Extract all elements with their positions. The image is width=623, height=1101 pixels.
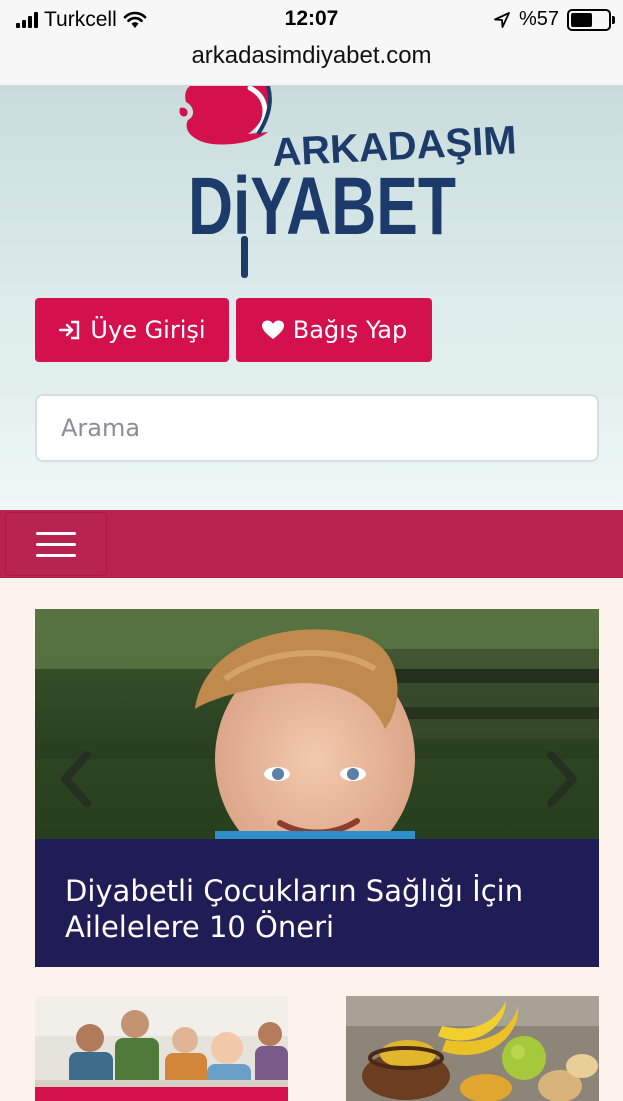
carousel-caption[interactable]: Diyabetli Çocukların Sağlığı İçin Ailele… [35,839,599,967]
hamburger-line [36,553,76,557]
article-card-children[interactable] [35,996,288,1101]
status-bar: Turkcell 12:07 %57 [0,0,623,40]
battery-level [571,12,592,27]
carousel-prev-icon[interactable] [57,749,97,809]
battery-percent: %57 [518,8,559,30]
carousel-caption-line1[interactable]: Diyabetli Çocukların Sağlığı İçin [65,873,569,909]
donate-label: Bağış Yap [292,316,408,344]
url-text[interactable]: arkadasimdiyabet.com [0,40,623,70]
article-card-food[interactable] [346,996,599,1101]
member-login-label: Üye Girişi [90,316,206,344]
article-card-image[interactable] [35,996,288,1101]
login-icon [59,320,80,340]
nav-bar [0,510,623,578]
article-card-image[interactable] [346,996,599,1101]
location-arrow-icon [494,11,510,28]
status-right: %57 [493,8,615,31]
featured-carousel[interactable]: Diyabetli Çocukların Sağlığı İçin Ailele… [35,609,599,967]
battery-icon [567,8,615,31]
menu-toggle-button[interactable] [5,512,107,576]
member-login-button[interactable]: Üye Girişi [35,298,229,362]
carousel-next-icon[interactable] [541,749,581,809]
search-input[interactable] [35,394,599,462]
carousel-caption-line2[interactable]: Ailelelere 10 Öneri [65,909,569,945]
carousel-image-child[interactable] [35,609,599,839]
heart-icon [261,320,284,339]
site-header: ARKADAŞIM DiYABET Üye Girişi Bağış Yap [0,86,623,510]
hamburger-line [36,531,76,535]
article-card-label-bar [35,1087,288,1101]
hamburger-line [36,542,76,546]
logo-text-bottom: DiYABET [188,161,456,252]
apple-logo-icon [179,86,272,145]
donate-button[interactable]: Bağış Yap [236,298,432,362]
url-bar[interactable]: arkadasimdiyabet.com [0,40,623,86]
